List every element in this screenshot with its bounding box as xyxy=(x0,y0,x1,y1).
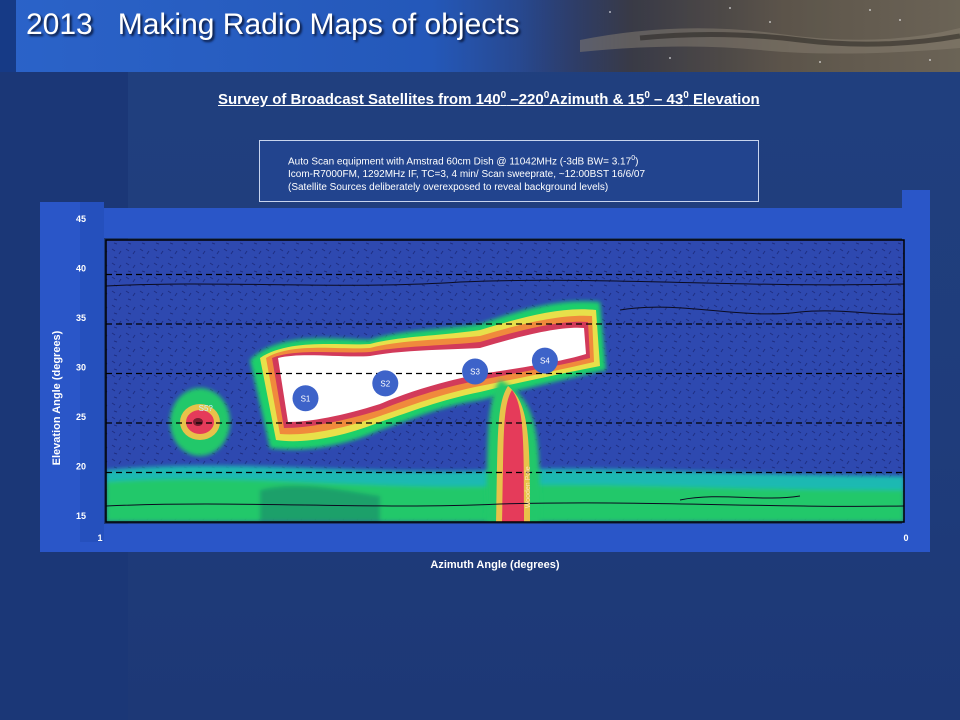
source-marker-s4: S4 xyxy=(531,347,558,374)
chart-frame-bottom xyxy=(40,524,930,552)
header-band: 2013 Making Radio Maps of objects xyxy=(0,0,960,72)
y-tick-label: 20 xyxy=(76,462,86,472)
header-edge xyxy=(0,0,16,72)
x-axis-label-text: Azimuth Angle (degrees) xyxy=(430,559,560,571)
slide-title: 2013 Making Radio Maps of objects xyxy=(26,8,520,41)
y-tick-label: 30 xyxy=(76,363,86,373)
chart-title: Survey of Broadcast Satellites from 1400… xyxy=(218,90,760,108)
y-tick-label: 45 xyxy=(76,214,86,224)
y-axis-label: Elevation Angle (degrees) xyxy=(51,330,63,465)
source-marker-s3: S3 xyxy=(462,358,489,385)
source-label: S1 xyxy=(301,394,311,403)
info-line-1: Auto Scan equipment with Amstrad 60cm Di… xyxy=(288,155,639,168)
info-line-2: Icom-R7000FM, 1292MHz IF, TC=3, 4 min/ S… xyxy=(288,169,646,181)
chart-frame-right xyxy=(902,190,930,552)
s5-emission xyxy=(170,388,230,456)
source-label: S5? xyxy=(199,404,214,413)
annotation-label: Wooden Pole xyxy=(525,466,532,508)
y-tick-label: 40 xyxy=(76,264,86,274)
chart-frame-top xyxy=(40,208,930,238)
x-tick-label: 1 xyxy=(97,533,102,543)
milky-way-image xyxy=(520,0,960,72)
source-marker-s5: S5? xyxy=(199,404,214,413)
radio-map-chart: 15 20 25 30 35 40 45 1 0 S5? S1 S2 S3 S4 Wooden Pol… xyxy=(40,190,930,552)
source-label: S3 xyxy=(470,368,480,377)
y-tick-label: 25 xyxy=(76,412,86,422)
source-label: S4 xyxy=(540,357,550,366)
y-tick-label: 15 xyxy=(76,511,86,521)
heatmap xyxy=(106,240,904,522)
source-marker-s2: S2 xyxy=(372,370,399,397)
source-marker-s1: S1 xyxy=(292,385,319,412)
source-label: S2 xyxy=(380,379,390,388)
annotations: Wooden Pole xyxy=(525,466,532,508)
x-tick-label: 0 xyxy=(903,533,908,543)
y-tick-label: 35 xyxy=(76,313,86,323)
